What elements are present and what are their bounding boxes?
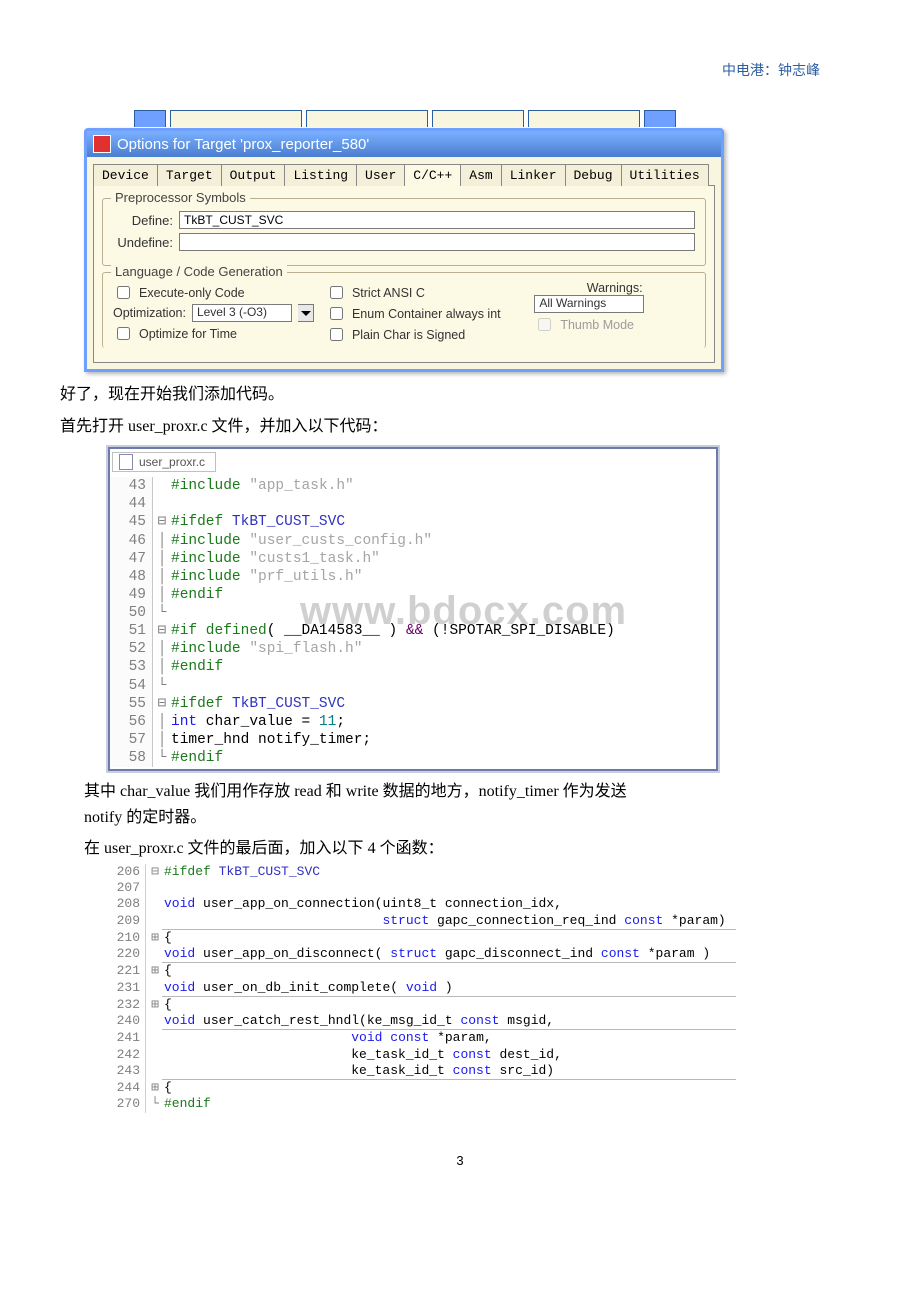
tab-output[interactable]: Output — [221, 164, 286, 186]
file-tab-name: user_proxr.c — [139, 455, 205, 469]
preprocessor-group: Preprocessor Symbols Define: Undefine: — [102, 198, 706, 266]
tab-linker[interactable]: Linker — [501, 164, 566, 186]
define-input[interactable] — [179, 211, 695, 229]
plain-char-checkbox[interactable] — [330, 328, 343, 341]
lang-legend: Language / Code Generation — [111, 264, 287, 279]
dialog-tab-row: DeviceTargetOutputListingUserC/C++AsmLin… — [87, 157, 721, 185]
plain-char-label: Plain Char is Signed — [352, 328, 465, 342]
tab-user[interactable]: User — [356, 164, 405, 186]
page-header: 中电港：钟志峰 — [722, 60, 820, 80]
strict-ansi-checkbox[interactable] — [330, 286, 343, 299]
strict-ansi-label: Strict ANSI C — [352, 286, 425, 300]
warnings-label: Warnings: — [534, 281, 695, 295]
define-label: Define: — [113, 213, 173, 228]
file-tab[interactable]: user_proxr.c — [112, 452, 216, 472]
warnings-select[interactable]: All Warnings — [534, 295, 644, 313]
app-icon — [93, 135, 111, 153]
tab-utilities[interactable]: Utilities — [621, 164, 709, 186]
code-editor-2: 206⊟#ifdef TkBT_CUST_SVC207208void user_… — [104, 864, 736, 1113]
tab-listing[interactable]: Listing — [284, 164, 357, 186]
enum-checkbox[interactable] — [330, 307, 343, 320]
exec-only-checkbox[interactable] — [117, 286, 130, 299]
paragraph-3: 其中 char_value 我们用作存放 read 和 write 数据的地方，… — [84, 779, 860, 830]
tab-target[interactable]: Target — [157, 164, 222, 186]
undefine-label: Undefine: — [113, 235, 173, 250]
page-number: 3 — [60, 1153, 860, 1168]
tab-asm[interactable]: Asm — [460, 164, 501, 186]
undefine-input[interactable] — [179, 233, 695, 251]
lang-group: Language / Code Generation Execute-only … — [102, 272, 706, 348]
tab-cc[interactable]: C/C++ — [404, 164, 461, 186]
paragraph-1: 好了，现在开始我们添加代码。 — [60, 382, 860, 408]
preprocessor-legend: Preprocessor Symbols — [111, 190, 250, 205]
paragraph-4: 在 user_proxr.c 文件的最后面，加入以下 4 个函数： — [84, 836, 860, 862]
tab-device[interactable]: Device — [93, 164, 158, 186]
code-editor-1: user_proxr.c 43#include "app_task.h"4445… — [106, 445, 720, 773]
paragraph-2: 首先打开 user_proxr.c 文件，并加入以下代码： — [60, 414, 860, 440]
thumb-label: Thumb Mode — [560, 318, 634, 332]
opt-time-checkbox[interactable] — [117, 327, 130, 340]
optimization-dropdown-icon[interactable] — [298, 304, 314, 322]
tab-debug[interactable]: Debug — [565, 164, 622, 186]
thumb-checkbox — [538, 318, 551, 331]
file-icon — [119, 454, 133, 470]
opt-time-label: Optimize for Time — [139, 327, 237, 341]
dialog-title: Options for Target 'prox_reporter_580' — [117, 136, 369, 153]
options-dialog-screenshot: Options for Target 'prox_reporter_580' D… — [84, 110, 724, 372]
optimization-label: Optimization: — [113, 306, 186, 320]
code1-body: 43#include "app_task.h"4445⊟#ifdef TkBT_… — [110, 475, 716, 769]
enum-label: Enum Container always int — [352, 307, 501, 321]
exec-only-label: Execute-only Code — [139, 286, 245, 300]
dialog-title-bar: Options for Target 'prox_reporter_580' — [87, 131, 721, 157]
optimization-select[interactable]: Level 3 (-O3) — [192, 304, 292, 322]
